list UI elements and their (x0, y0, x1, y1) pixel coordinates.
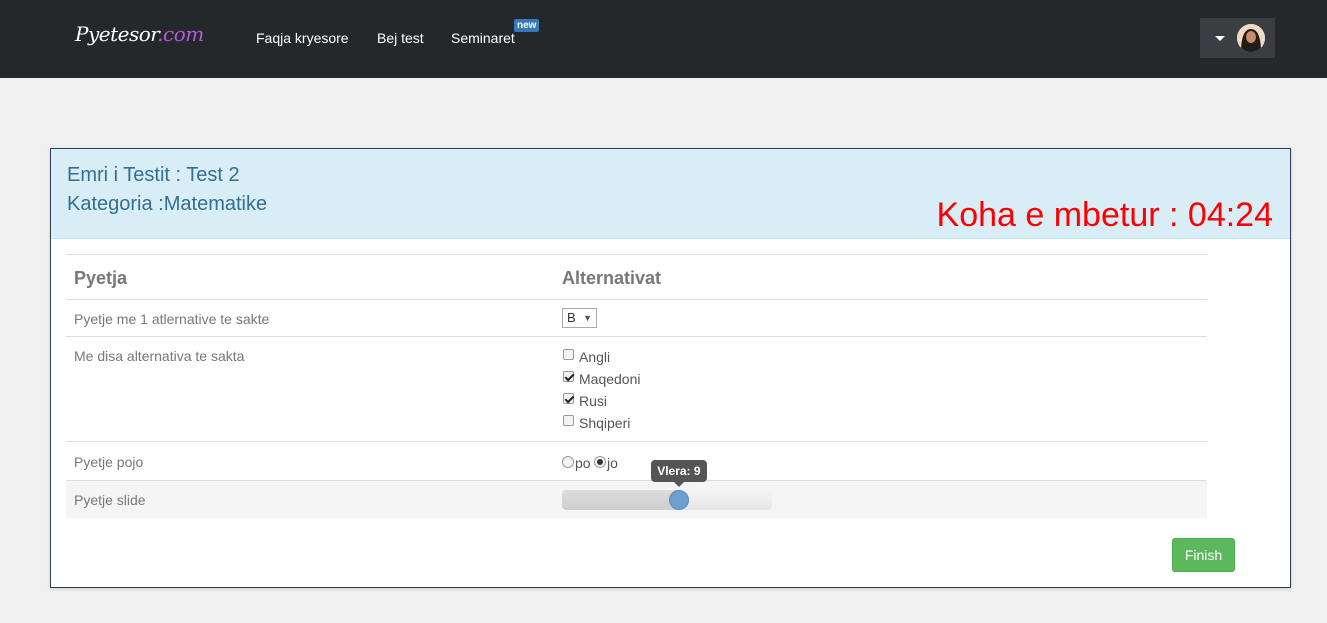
timer-label: Koha e mbetur : (936, 196, 1188, 234)
question-text: Pyetje pojo (74, 454, 144, 470)
table-row: Me disa alternativa te sakta Angli Maqed… (66, 336, 1207, 441)
brand-suffix: .com (157, 22, 204, 46)
answer-select[interactable]: B ▼ (562, 308, 597, 328)
countdown-timer: Koha e mbetur : 04:24 (937, 196, 1273, 235)
caret-down-icon (1215, 36, 1225, 41)
slider-tooltip: Vlera: 9 (650, 460, 707, 487)
slider-handle[interactable] (668, 490, 689, 510)
new-badge: new (514, 19, 540, 32)
finish-button[interactable]: Finish (1172, 538, 1235, 572)
column-header-alternatives: Alternativat (562, 268, 662, 288)
questions-table: Pyetja Alternativat Pyetje me 1 atlernat… (66, 254, 1207, 518)
radio-label-jo: jo (607, 455, 618, 471)
timer-value: 04:24 (1187, 196, 1273, 234)
nav-link-take-test[interactable]: Bej test (377, 30, 424, 46)
test-name: Emri i Testit : Test 2 (67, 164, 240, 186)
select-arrow-icon: ▼ (583, 313, 592, 323)
table-row: Pyetje slide Vlera: 9 (66, 460, 1207, 518)
nav-link-home[interactable]: Faqja kryesore (256, 30, 349, 46)
radio-jo[interactable] (594, 456, 606, 468)
navbar: Pyetesor.com Faqja kryesore Bej test Sem… (0, 0, 1327, 78)
table-row: Pyetje me 1 atlernative te sakte B ▼ (66, 299, 1207, 336)
avatar (1237, 24, 1265, 52)
test-panel: Emri i Testit : Test 2 Kategoria :Matema… (50, 148, 1291, 588)
select-value: B (567, 310, 576, 325)
checkbox-shqiperi[interactable] (563, 415, 574, 426)
question-text: Pyetje slide (74, 492, 146, 508)
radio-group: po jo (562, 454, 642, 471)
checkbox-rusi[interactable] (563, 393, 574, 404)
radio-po[interactable] (562, 456, 574, 468)
user-menu-dropdown[interactable] (1200, 18, 1275, 58)
table-row: Pyetje pojo po jo (66, 441, 1207, 480)
question-text: Pyetje me 1 atlernative te sakte (74, 311, 270, 327)
checkbox-label: Shqiperi (579, 415, 631, 431)
radio-label-po: po (575, 455, 591, 471)
question-text: Me disa alternativa te sakta (74, 348, 245, 364)
brand-main: Pyetesor (75, 22, 158, 46)
checkbox-label: Angli (579, 349, 611, 365)
brand-logo[interactable]: Pyetesor.com (75, 22, 204, 46)
nav-link-seminars[interactable]: Seminaret (451, 30, 515, 46)
test-category: Kategoria :Matematike (67, 193, 268, 215)
checkbox-angli[interactable] (563, 349, 574, 360)
value-slider[interactable]: Vlera: 9 (562, 460, 772, 510)
table-header-row: Pyetja Alternativat (66, 254, 1207, 299)
test-panel-header: Emri i Testit : Test 2 Kategoria :Matema… (51, 149, 1290, 239)
checkbox-label: Rusi (579, 393, 608, 409)
slider-selection (562, 490, 679, 510)
checkbox-maqedoni[interactable] (563, 371, 574, 382)
column-header-question: Pyetja (74, 268, 128, 288)
checkbox-label: Maqedoni (579, 371, 641, 387)
